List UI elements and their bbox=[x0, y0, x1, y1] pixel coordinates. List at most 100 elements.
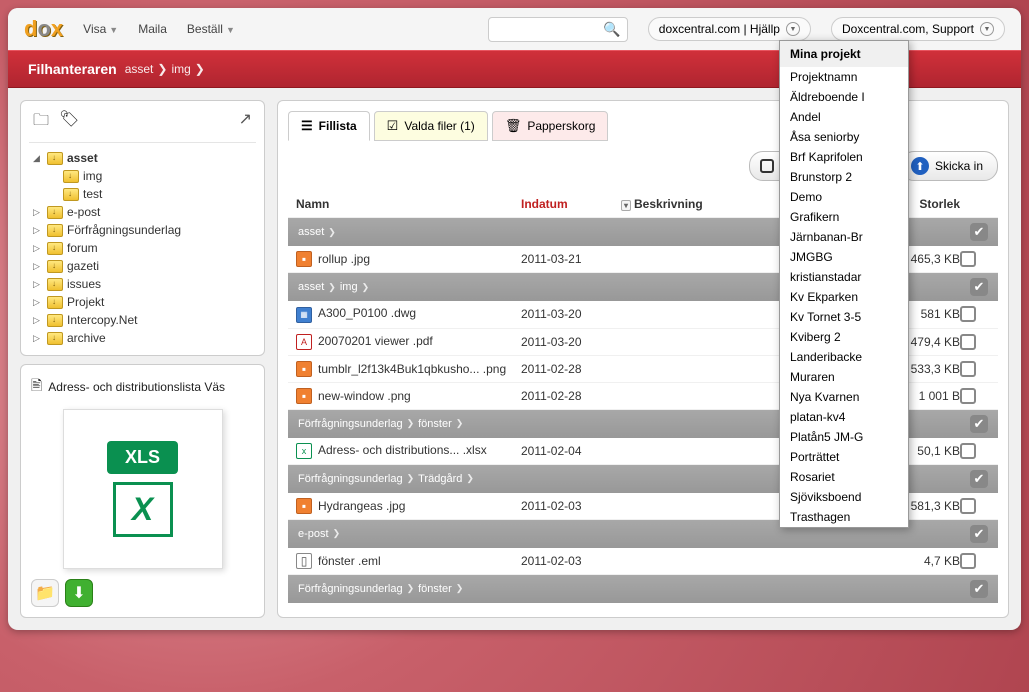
file-row[interactable]: ▯fönster .eml 2011-02-03 4,7 KB bbox=[288, 548, 998, 575]
file-name: 20070201 viewer .pdf bbox=[318, 334, 433, 348]
project-item[interactable]: Landeribacke bbox=[780, 347, 908, 367]
skicka-button[interactable]: ⬆Skicka in bbox=[900, 151, 998, 181]
file-checkbox[interactable] bbox=[960, 388, 976, 404]
group-check[interactable]: ✔ bbox=[970, 580, 988, 598]
tab-papperskorg[interactable]: 🗑Papperskorg bbox=[492, 111, 609, 141]
project-item[interactable]: Kv Ekparken bbox=[780, 287, 908, 307]
projects-header: Mina projekt bbox=[780, 41, 908, 67]
file-icon: ▪ bbox=[296, 498, 312, 514]
project-item[interactable]: Åsa seniorby bbox=[780, 127, 908, 147]
chevron-down-icon: ▼ bbox=[980, 22, 994, 36]
tree-item-asset[interactable]: ◢asset bbox=[29, 149, 256, 167]
project-item[interactable]: Kv Tornet 3-5 bbox=[780, 307, 908, 327]
tree-item[interactable]: img bbox=[45, 167, 256, 185]
tree-item[interactable]: ▷archive bbox=[29, 329, 256, 347]
projects-dropdown[interactable]: Mina projekt ProjektnamnÄldreboende IAnd… bbox=[779, 40, 909, 528]
file-checkbox[interactable] bbox=[960, 334, 976, 350]
file-date: 2011-02-04 bbox=[521, 444, 621, 458]
project-item[interactable]: JMGBG bbox=[780, 247, 908, 267]
file-name: A300_P0100 .dwg bbox=[318, 306, 416, 320]
chevron-down-icon: ▼ bbox=[786, 22, 800, 36]
file-date: 2011-02-03 bbox=[521, 554, 621, 568]
file-checkbox[interactable] bbox=[960, 361, 976, 377]
project-item[interactable]: Porträttet bbox=[780, 447, 908, 467]
tab-fillista[interactable]: ☰Fillista bbox=[288, 111, 370, 141]
upload-icon: ⬆ bbox=[911, 157, 929, 175]
logo[interactable]: dox bbox=[24, 16, 63, 42]
project-item[interactable]: Trasthagen bbox=[780, 507, 908, 527]
square-icon bbox=[760, 159, 774, 173]
tag-view-icon[interactable]: 🏷 bbox=[59, 109, 79, 136]
tree-item[interactable]: ▷e-post bbox=[29, 203, 256, 221]
tree-item[interactable]: ▷gazeti bbox=[29, 257, 256, 275]
col-name[interactable]: Namn bbox=[296, 197, 521, 211]
file-icon: ▪ bbox=[296, 361, 312, 377]
group-check[interactable]: ✔ bbox=[970, 525, 988, 543]
help-dropdown[interactable]: doxcentral.com | Hjällp ▼ bbox=[648, 17, 811, 41]
tree-item[interactable]: ▷Projekt bbox=[29, 293, 256, 311]
project-item[interactable]: Brf Kaprifolen bbox=[780, 147, 908, 167]
group-check[interactable]: ✔ bbox=[970, 223, 988, 241]
file-date: 2011-03-20 bbox=[521, 335, 621, 349]
project-item[interactable]: Grafikern bbox=[780, 207, 908, 227]
group-check[interactable]: ✔ bbox=[970, 278, 988, 296]
menu-visa[interactable]: Visa▼ bbox=[83, 22, 118, 36]
popout-icon[interactable]: ↗ bbox=[239, 109, 252, 136]
search-box[interactable]: 🔍 bbox=[488, 17, 628, 42]
project-item[interactable]: kristianstadar bbox=[780, 267, 908, 287]
file-checkbox[interactable] bbox=[960, 443, 976, 459]
open-folder-button[interactable]: 📁 bbox=[31, 579, 59, 607]
tree-item[interactable]: test bbox=[45, 185, 256, 203]
user-dropdown[interactable]: Doxcentral.com, Support ▼ bbox=[831, 17, 1005, 41]
project-item[interactable]: Andel bbox=[780, 107, 908, 127]
tree-item[interactable]: ▷Förfrågningsunderlag bbox=[29, 221, 256, 239]
project-item[interactable]: Nya Kvarnen bbox=[780, 387, 908, 407]
download-button[interactable]: ⬇ bbox=[65, 579, 93, 607]
menu-bestall[interactable]: Beställ▼ bbox=[187, 22, 235, 36]
file-checkbox[interactable] bbox=[960, 498, 976, 514]
search-icon[interactable]: 🔍 bbox=[603, 21, 620, 38]
file-preview: XLS X bbox=[63, 409, 223, 569]
file-checkbox[interactable] bbox=[960, 306, 976, 322]
search-input[interactable] bbox=[495, 22, 604, 37]
file-name: new-window .png bbox=[318, 389, 411, 403]
tree-item[interactable]: ▷Intercopy.Net bbox=[29, 311, 256, 329]
file-date: 2011-03-21 bbox=[521, 252, 621, 266]
project-item[interactable]: Järnbanan-Br bbox=[780, 227, 908, 247]
group-header[interactable]: Förfrågningsunderlag❯fönster❯✔ bbox=[288, 575, 998, 603]
file-name: rollup .jpg bbox=[318, 252, 370, 266]
folder-view-icon[interactable]: 🗀 bbox=[33, 109, 49, 136]
file-name: tumblr_l2f13k4Buk1qbkusho... .png bbox=[318, 362, 506, 376]
file-icon: ▪ bbox=[296, 388, 312, 404]
project-item[interactable]: Sjöviksboend bbox=[780, 487, 908, 507]
file-date: 2011-02-28 bbox=[521, 362, 621, 376]
file-date: 2011-02-28 bbox=[521, 389, 621, 403]
tab-valda[interactable]: ☑Valda filer (1) bbox=[374, 111, 488, 141]
project-item[interactable]: Platån5 JM-G bbox=[780, 427, 908, 447]
file-icon: ▪ bbox=[296, 251, 312, 267]
preview-title: 🖹 Adress- och distributionslista Väs bbox=[31, 375, 254, 399]
project-item[interactable]: platan-kv4 bbox=[780, 407, 908, 427]
sort-icon[interactable]: ▾ bbox=[621, 200, 631, 211]
group-check[interactable]: ✔ bbox=[970, 415, 988, 433]
file-name: fönster .eml bbox=[318, 554, 381, 568]
project-item[interactable]: Brunstorp 2 bbox=[780, 167, 908, 187]
col-date[interactable]: Indatum bbox=[521, 197, 621, 211]
file-checkbox[interactable] bbox=[960, 553, 976, 569]
tree-item[interactable]: ▷forum bbox=[29, 239, 256, 257]
trash-icon: 🗑 bbox=[505, 118, 522, 134]
project-item[interactable]: Rosariet bbox=[780, 467, 908, 487]
file-icon: A bbox=[296, 334, 312, 350]
file-checkbox[interactable] bbox=[960, 251, 976, 267]
file-size: 4,7 KB bbox=[880, 554, 960, 568]
project-item[interactable]: Äldreboende I bbox=[780, 87, 908, 107]
menu-maila[interactable]: Maila bbox=[138, 22, 167, 36]
file-icon: x bbox=[296, 443, 312, 459]
project-item[interactable]: Muraren bbox=[780, 367, 908, 387]
file-date: 2011-03-20 bbox=[521, 307, 621, 321]
project-item[interactable]: Demo bbox=[780, 187, 908, 207]
project-item[interactable]: Projektnamn bbox=[780, 67, 908, 87]
project-item[interactable]: Kviberg 2 bbox=[780, 327, 908, 347]
tree-item[interactable]: ▷issues bbox=[29, 275, 256, 293]
group-check[interactable]: ✔ bbox=[970, 470, 988, 488]
